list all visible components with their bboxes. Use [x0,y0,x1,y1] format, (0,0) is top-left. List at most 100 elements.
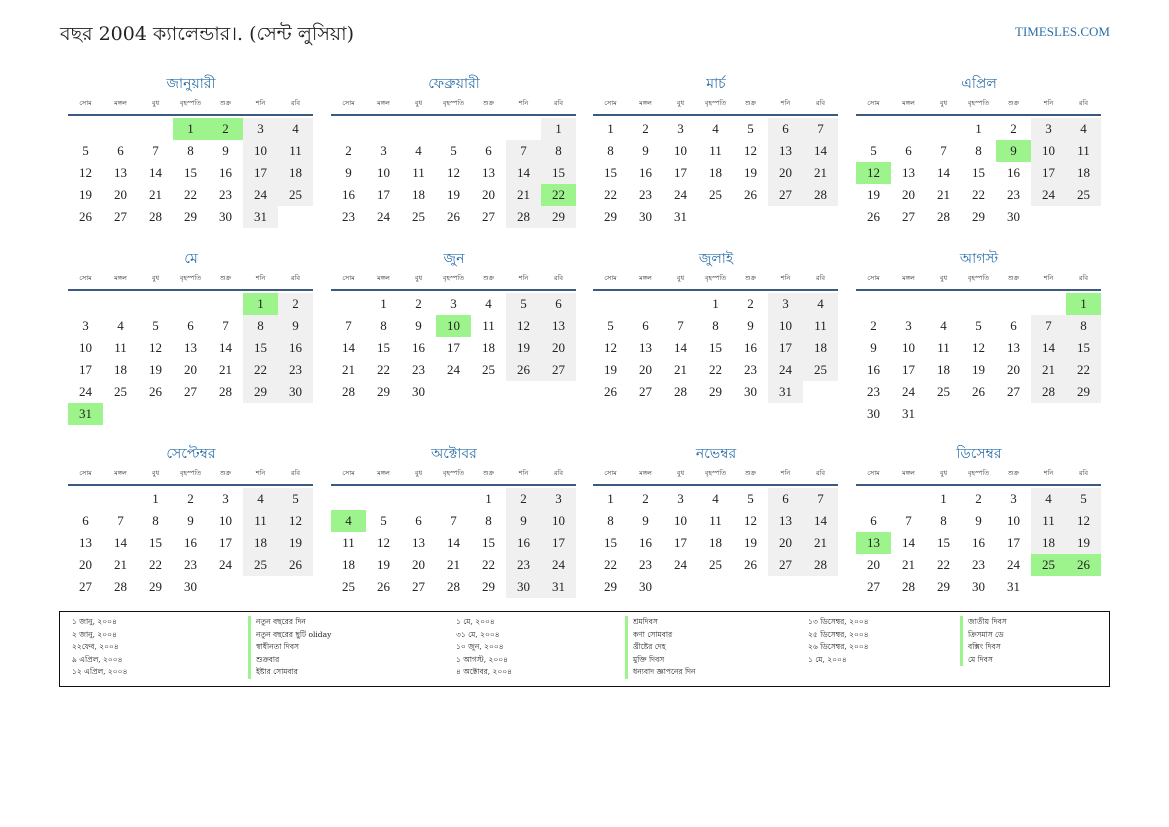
day-cell: 24 [1007,557,1020,572]
day-cell: 8 [975,143,982,158]
day-cell: 4 [117,318,124,333]
day-cell: 11 [278,140,313,162]
day-cell: 19 [447,187,460,202]
day-cell: 4 [712,121,719,136]
day-cell: 25 [278,184,313,206]
day-cell: 19 [867,187,880,202]
day-cell: 5 [278,488,313,510]
day-cell: 18 [803,337,838,359]
day-cell: 29 [604,579,617,594]
day-cell: 7 [506,140,541,162]
weekday-header: বৃহস্পতি [442,99,465,107]
day-cell: 16 [342,187,355,202]
day-cell: 11 [937,340,950,355]
day-cell: 14 [506,162,541,184]
day-cell: 7 [222,318,229,333]
day-cell: 28 [803,184,838,206]
day-cell: 18 [1066,162,1101,184]
empty-cell [996,293,1031,315]
day-cell: 12 [278,510,313,532]
day-cell: 9 [187,513,194,528]
empty-cell [68,293,103,315]
holiday-date: ১৩ ডিসেম্বর, ২০০৪ [808,617,869,626]
day-cell: 31 [541,576,576,598]
empty-cell [856,488,891,510]
day-cell: 28 [1031,381,1066,403]
day-cell: 13 [541,315,576,337]
day-cell: 19 [377,557,390,572]
weekday-header: মঙ্গল [114,99,127,107]
empty-cell [68,118,103,140]
day-cell: 20 [541,337,576,359]
day-cell: 18 [709,165,722,180]
day-cell: 21 [506,184,541,206]
day-cell: 7 [1031,315,1066,337]
day-cell: 2 [870,318,877,333]
weekday-header: রবি [1078,469,1089,477]
day-cell: 9 [506,510,541,532]
day-cell: 12 [506,315,541,337]
day-cell: 26 [604,384,617,399]
day-cell: 10 [674,513,687,528]
day-cell: 8 [1066,315,1101,337]
weekday-header: বুধ [676,99,685,107]
day-cell: 15 [184,165,197,180]
holiday-day-cell: 25 [1031,554,1066,576]
day-cell: 10 [674,143,687,158]
brand-link[interactable]: TIMESLES.COM [1015,24,1110,40]
day-cell: 3 [677,491,684,506]
holiday-day-cell: 1 [1066,293,1101,315]
day-cell: 27 [412,579,425,594]
holiday-name: কণা সোমবার [633,629,673,639]
weekday-header: বৃহস্পতি [967,274,990,282]
weekday-header: সোম [342,99,355,107]
day-cell: 23 [278,359,313,381]
day-cell: 8 [541,140,576,162]
month-name: জুন [443,251,465,267]
day-cell: 20 [114,187,127,202]
weekday-header: সোম [867,274,880,282]
day-cell: 16 [278,337,313,359]
weekday-header: রবি [1078,99,1089,107]
day-cell: 23 [972,557,985,572]
weekday-header: বুধ [414,99,423,107]
day-cell: 14 [219,340,232,355]
day-cell: 13 [902,165,915,180]
holiday-date: ১ জানু, ২০০৪ [72,617,117,626]
day-cell: 12 [972,340,985,355]
holiday-name: মে দিবস [968,654,993,664]
weekday-header: সোম [867,99,880,107]
day-cell: 3 [677,121,684,136]
weekday-header: রবি [290,99,301,107]
day-cell: 20 [768,532,803,554]
day-cell: 14 [114,535,127,550]
header-rule [331,484,576,486]
day-cell: 16 [639,165,652,180]
page-title: বছর 2004 ক্যালেন্ডার।. (সেন্ট লুসিয়া) [60,23,354,45]
day-cell: 24 [447,362,460,377]
day-cell: 9 [222,143,229,158]
day-cell: 2 [975,491,982,506]
day-cell: 8 [243,315,278,337]
weekday-header: মঙ্গল [639,99,652,107]
empty-cell [1031,293,1066,315]
day-cell: 4 [803,293,838,315]
day-cell: 28 [803,554,838,576]
day-cell: 8 [607,513,614,528]
weekday-header: মঙ্গল [639,469,652,477]
month-calendar: অক্টোবর সোম মঙ্গল বুধ বৃহস্পতি শুক্র শনি রবি 1 2 3… [331,443,577,598]
day-cell: 10 [541,510,576,532]
weekday-header: শনি [255,274,266,282]
weekday-header: মঙ্গল [377,99,390,107]
holiday-day-cell: 4 [331,510,366,532]
day-cell: 26 [79,209,92,224]
day-cell: 4 [243,488,278,510]
holiday-name: স্বাধীনতা দিবস [256,642,299,651]
day-cell: 31 [902,406,915,421]
day-cell: 27 [114,209,127,224]
day-cell: 27 [768,184,803,206]
month-calendar: মে সোম মঙ্গল বুধ বৃহস্পতি শুক্র শনি রবি 1 2 3 4 5 6 7 8… [68,248,314,425]
empty-cell [138,118,173,140]
day-cell: 24 [902,384,915,399]
day-cell: 13 [768,140,803,162]
